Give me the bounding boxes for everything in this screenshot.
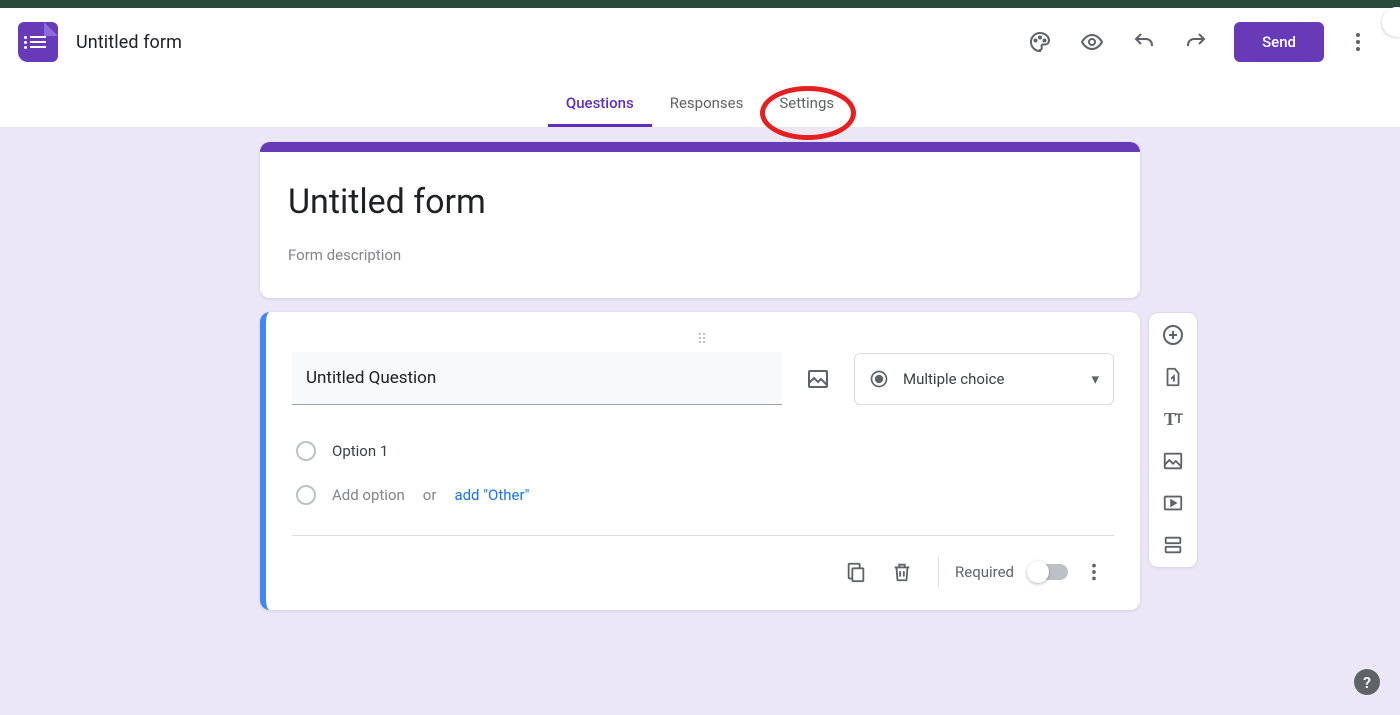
import-questions-button[interactable] xyxy=(1161,365,1185,389)
browser-chrome-strip xyxy=(0,0,1400,8)
add-title-button[interactable]: TT xyxy=(1161,407,1185,431)
customize-theme-button[interactable] xyxy=(1016,18,1064,66)
app-header: Untitled form Send xyxy=(0,8,1400,76)
add-image-button[interactable] xyxy=(800,361,836,397)
required-label: Required xyxy=(955,563,1014,581)
video-icon xyxy=(1162,492,1184,514)
question-card[interactable]: ⠿ Multiple choice ▾ Option 1 Add option xyxy=(260,312,1140,610)
copy-icon xyxy=(845,561,867,583)
question-type-label: Multiple choice xyxy=(903,370,1004,388)
add-video-button[interactable] xyxy=(1161,491,1185,515)
question-footer: Required xyxy=(292,535,1114,610)
add-section-button[interactable] xyxy=(1161,533,1185,557)
radio-icon xyxy=(296,441,316,461)
add-question-button[interactable] xyxy=(1161,323,1185,347)
form-column: Untitled form Form description ⠿ Multipl… xyxy=(260,142,1140,624)
image-icon xyxy=(1162,450,1184,472)
header-actions: Send xyxy=(1016,8,1382,76)
file-import-icon xyxy=(1162,366,1184,388)
tab-questions[interactable]: Questions xyxy=(548,94,652,127)
duplicate-button[interactable] xyxy=(836,552,876,592)
question-header-row: Multiple choice ▾ xyxy=(292,352,1114,405)
redo-icon xyxy=(1184,30,1208,54)
add-other-button[interactable]: add "Other" xyxy=(454,486,529,504)
send-button[interactable]: Send xyxy=(1234,22,1324,62)
palette-icon xyxy=(1028,30,1052,54)
redo-button[interactable] xyxy=(1172,18,1220,66)
more-menu-button[interactable] xyxy=(1334,18,1382,66)
question-type-select[interactable]: Multiple choice ▾ xyxy=(854,353,1114,405)
radio-icon xyxy=(296,485,316,505)
form-workspace: Untitled form Form description ⠿ Multipl… xyxy=(0,128,1400,715)
drag-handle-icon[interactable]: ⠿ xyxy=(292,332,1114,346)
dropdown-arrow-icon: ▾ xyxy=(1091,370,1099,388)
form-description[interactable]: Form description xyxy=(288,246,1112,264)
section-icon xyxy=(1162,534,1184,556)
undo-button[interactable] xyxy=(1120,18,1168,66)
floating-toolbar: TT xyxy=(1148,312,1198,568)
add-option-row: Add option or add "Other" xyxy=(292,473,1114,517)
more-vert-icon xyxy=(1346,30,1370,54)
forms-logo-glyph xyxy=(30,36,46,48)
tab-settings[interactable]: Settings xyxy=(761,94,852,127)
plus-circle-icon xyxy=(1161,323,1185,347)
option-row-1[interactable]: Option 1 xyxy=(292,429,1114,473)
preview-button[interactable] xyxy=(1068,18,1116,66)
undo-icon xyxy=(1132,30,1156,54)
help-button[interactable]: ? xyxy=(1354,669,1380,695)
tab-responses[interactable]: Responses xyxy=(652,94,762,127)
document-title[interactable]: Untitled form xyxy=(76,32,182,53)
more-vert-icon xyxy=(1083,561,1105,583)
delete-button[interactable] xyxy=(882,552,922,592)
account-avatar[interactable] xyxy=(1382,7,1400,37)
eye-icon xyxy=(1080,30,1104,54)
image-icon xyxy=(806,367,830,391)
required-toggle[interactable] xyxy=(1028,564,1068,580)
question-more-button[interactable] xyxy=(1074,552,1114,592)
option-label[interactable]: Option 1 xyxy=(332,442,388,460)
question-text-input[interactable] xyxy=(292,352,782,405)
add-option-button[interactable]: Add option xyxy=(332,486,405,504)
form-header-card[interactable]: Untitled form Form description xyxy=(260,142,1140,298)
trash-icon xyxy=(891,561,913,583)
radio-checked-icon xyxy=(869,369,889,389)
form-title[interactable]: Untitled form xyxy=(288,182,1112,222)
main-tabs: Questions Responses Settings xyxy=(0,76,1400,128)
forms-logo[interactable] xyxy=(18,22,58,62)
add-image-tool-button[interactable] xyxy=(1161,449,1185,473)
separator xyxy=(938,557,939,587)
or-label: or xyxy=(423,486,437,504)
